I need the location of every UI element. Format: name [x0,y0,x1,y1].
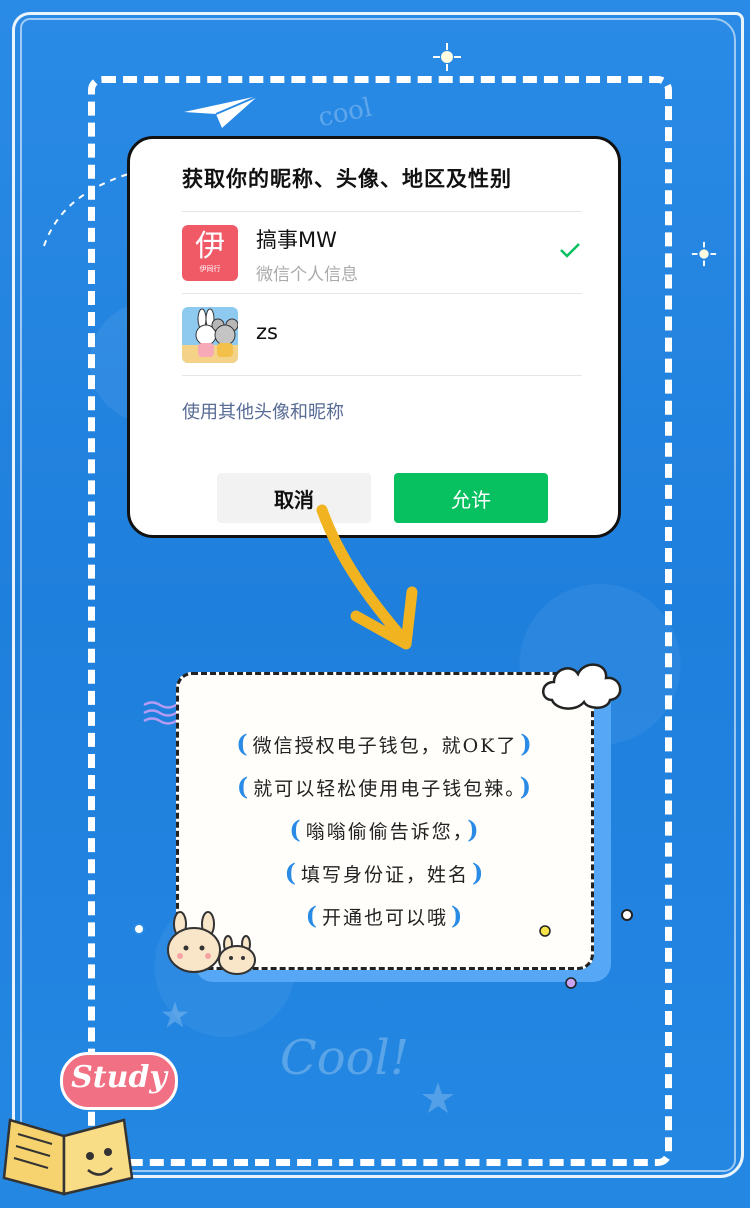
list-divider [182,375,582,376]
note-line-2: (就可以轻松使用电子钱包辣。) [236,772,534,801]
app-avatar-glyph: 伊 [195,229,225,264]
profile-option-custom[interactable]: zs [182,293,582,376]
profile-option-subtitle: 微信个人信息 [256,265,358,285]
checkmark-icon [560,243,580,258]
app-avatar: 伊 伊同行 [182,225,238,281]
bunny-characters-icon [167,911,256,975]
note-line-1: (微信授权电子钱包，就OK了) [236,729,534,758]
cloud-icon [542,663,622,710]
poster-page: cool Cool! 获取你的昵称、头像、地区及性别 伊 伊同行 搞事MW 微信… [0,0,750,1208]
auth-dialog: 获取你的昵称、头像、地区及性别 伊 伊同行 搞事MW 微信个人信息 zs 使用其… [127,136,621,538]
dot-decor [133,923,145,935]
profile-option-name: 搞事MW [256,228,337,252]
pointer-arrow-icon [316,504,418,650]
profile-option-name: zs [256,320,278,344]
app-avatar-caption: 伊同行 [199,265,221,273]
bunny-koala-avatar [182,307,238,363]
note-line-4: (填写身份证，姓名) [284,858,486,887]
dot-decor [539,925,551,937]
dot-decor [565,977,577,989]
dialog-title: 获取你的昵称、头像、地区及性别 [182,167,512,191]
open-book-icon [2,1118,134,1196]
note-line-3: (嗡嗡偷偷告诉您，) [289,815,481,844]
sparkle-icon [433,43,461,71]
use-other-avatar-link[interactable]: 使用其他头像和昵称 [182,398,344,424]
sparkle-icon [691,241,717,267]
profile-option-wechat[interactable]: 伊 伊同行 搞事MW 微信个人信息 [182,211,582,294]
dot-decor [621,909,633,921]
